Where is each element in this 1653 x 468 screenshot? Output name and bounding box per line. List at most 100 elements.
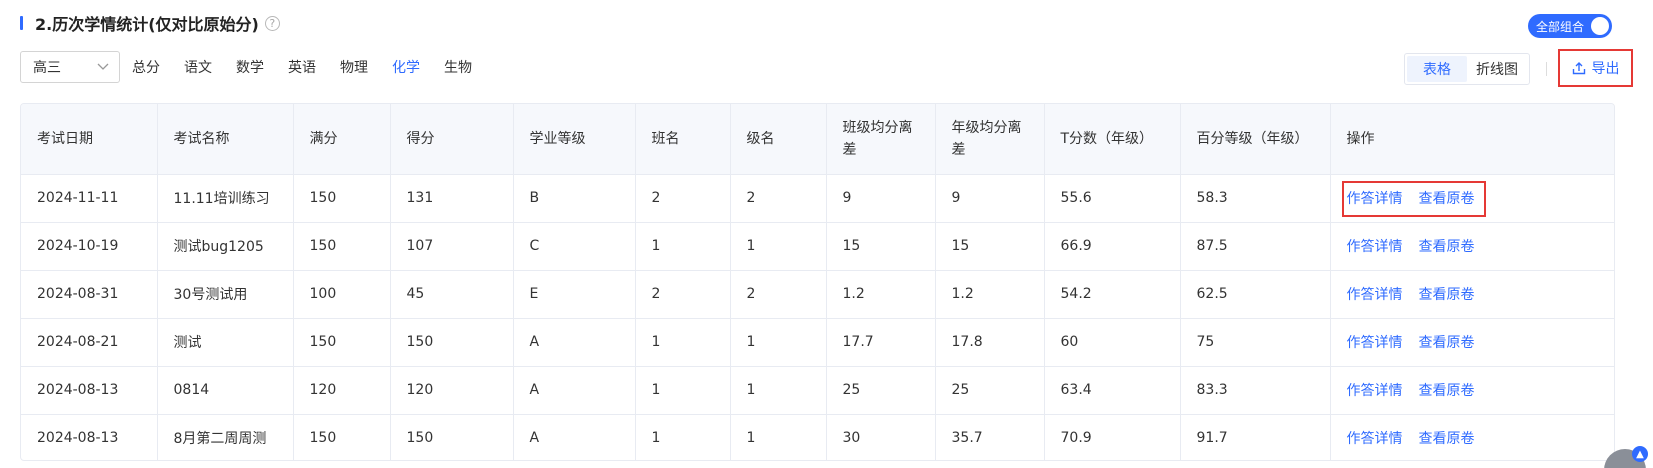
answer-detail-link[interactable]: 作答详情 xyxy=(1347,287,1403,303)
column-header: 级名 xyxy=(730,104,827,175)
table-view-button[interactable]: 表格 xyxy=(1407,56,1467,82)
table-cell: B xyxy=(513,174,636,223)
subject-tab-2[interactable]: 数学 xyxy=(236,57,264,77)
table-cell: 2 xyxy=(635,174,731,223)
column-header-line: 百分等级（年级） xyxy=(1196,130,1309,147)
table-cell: 25 xyxy=(935,366,1045,415)
toggle-knob xyxy=(1591,17,1609,35)
view-original-link[interactable]: 查看原卷 xyxy=(1419,335,1475,351)
column-header: 操作 xyxy=(1330,104,1614,175)
table-cell: 150 xyxy=(293,174,391,223)
column-header-line: 学业等级 xyxy=(529,130,586,147)
table-cell: 2 xyxy=(635,270,731,319)
table-row: 2024-10-19 测试bug1205 150 107 C 1 1 15 15 66.9 87.5… xyxy=(21,222,1614,271)
actions-cell: 作答详情 查看原卷 xyxy=(1330,270,1614,319)
table-cell: 150 xyxy=(293,222,391,271)
line-chart-view-button[interactable]: 折线图 xyxy=(1467,56,1527,82)
table-cell: 91.7 xyxy=(1180,414,1331,460)
table-cell: 150 xyxy=(293,318,391,367)
table-cell: 8月第二周周测 xyxy=(157,414,294,460)
answer-detail-link[interactable]: 作答详情 xyxy=(1347,383,1403,399)
table-cell: 55.6 xyxy=(1044,174,1181,223)
view-original-link[interactable]: 查看原卷 xyxy=(1419,239,1475,255)
section-title: 2.历次学情统计(仅对比原始分) xyxy=(35,15,259,34)
column-header-line: 得分 xyxy=(406,130,435,147)
column-header: 满分 xyxy=(293,104,391,175)
table-cell: 2 xyxy=(730,174,827,223)
table-cell: 150 xyxy=(390,318,514,367)
table-cell: 70.9 xyxy=(1044,414,1181,460)
table-cell: 17.7 xyxy=(826,318,936,367)
column-header: 考试名称 xyxy=(157,104,294,175)
all-combination-toggle[interactable]: 全部组合 xyxy=(1528,14,1612,38)
column-header-line: 考试日期 xyxy=(37,130,93,147)
table-cell: 0814 xyxy=(157,366,294,415)
chevron-down-icon xyxy=(97,63,109,70)
table-cell: 2024-08-21 xyxy=(21,318,158,367)
answer-detail-link[interactable]: 作答详情 xyxy=(1347,335,1403,351)
view-original-link[interactable]: 查看原卷 xyxy=(1419,383,1475,399)
table-cell: 100 xyxy=(293,270,391,319)
subject-tab-4[interactable]: 物理 xyxy=(340,57,368,77)
column-header-line: 级名 xyxy=(746,130,775,147)
table-row: 2024-08-13 8月第二周周测 150 150 A 1 1 30 35.7 70.9 91.7… xyxy=(21,414,1614,460)
subject-tab-3[interactable]: 英语 xyxy=(288,57,316,77)
table-cell: 1 xyxy=(635,318,731,367)
subject-tab-6[interactable]: 生物 xyxy=(444,57,472,77)
divider xyxy=(1546,62,1547,76)
table-cell: 66.9 xyxy=(1044,222,1181,271)
table-cell: 15 xyxy=(826,222,936,271)
chevron-up-icon[interactable]: ▲ xyxy=(1632,446,1648,462)
table-cell: 15 xyxy=(935,222,1045,271)
column-header: 班级均分离差 xyxy=(826,104,936,175)
subject-tab-5[interactable]: 化学 xyxy=(392,57,420,77)
table-cell: 35.7 xyxy=(935,414,1045,460)
actions-cell: 作答详情 查看原卷 xyxy=(1330,222,1614,271)
table-cell: 1.2 xyxy=(826,270,936,319)
question-circle-icon[interactable]: ? xyxy=(264,15,280,31)
grade-select[interactable]: 高三 xyxy=(20,51,120,83)
table-cell: A xyxy=(513,366,636,415)
upload-icon xyxy=(1572,62,1585,75)
table-cell: 62.5 xyxy=(1180,270,1331,319)
actions-cell: 作答详情 查看原卷 xyxy=(1330,366,1614,415)
table-cell: 150 xyxy=(390,414,514,460)
column-header: 班名 xyxy=(635,104,731,175)
subject-tabs: 总分 语文 数学 英语 物理 化学 生物 xyxy=(132,55,496,79)
table-row: 2024-08-21 测试 150 150 A 1 1 17.7 17.8 60 75 作答详情 查看原… xyxy=(21,318,1614,367)
table-cell: 54.2 xyxy=(1044,270,1181,319)
export-button[interactable]: 导出 xyxy=(1558,49,1633,87)
subject-tab-1[interactable]: 语文 xyxy=(184,57,212,77)
view-toggle-group: 表格 折线图 xyxy=(1404,53,1530,85)
table-cell: E xyxy=(513,270,636,319)
table-cell: 测试 xyxy=(157,318,294,367)
answer-detail-link[interactable]: 作答详情 xyxy=(1347,431,1403,447)
column-header-line: 满分 xyxy=(309,130,338,147)
column-header: 年级均分离差 xyxy=(935,104,1045,175)
answer-detail-link[interactable]: 作答详情 xyxy=(1347,239,1403,255)
table-cell: 1 xyxy=(635,222,731,271)
table-cell: 测试bug1205 xyxy=(157,222,294,271)
column-header-line: 班名 xyxy=(651,130,680,147)
view-original-link[interactable]: 查看原卷 xyxy=(1419,431,1475,447)
column-header-line: 班级均分离 xyxy=(842,119,913,136)
table-cell: 150 xyxy=(293,414,391,460)
column-header-line: 考试名称 xyxy=(173,130,230,147)
column-header: T分数（年级） xyxy=(1044,104,1181,175)
table-cell: 30 xyxy=(826,414,936,460)
view-original-link[interactable]: 查看原卷 xyxy=(1419,287,1475,303)
table-cell: 17.8 xyxy=(935,318,1045,367)
column-header-line: T分数（年级） xyxy=(1060,130,1154,147)
export-label: 导出 xyxy=(1591,61,1620,77)
table-row: 2024-08-31 30号测试用 100 45 E 2 2 1.2 1.2 54.2 62.5 作答… xyxy=(21,270,1614,319)
table-cell: 1 xyxy=(730,414,827,460)
table-cell: 107 xyxy=(390,222,514,271)
actions-cell: 作答详情 查看原卷 xyxy=(1330,174,1614,223)
table-header-row: 考试日期 考试名称 满分 得分 学业等级 班名 级名 班级均分离差年级均分离差 T分数（年级） 百… xyxy=(21,104,1614,175)
column-header: 百分等级（年级） xyxy=(1180,104,1331,175)
table-cell: 131 xyxy=(390,174,514,223)
table-cell: 1 xyxy=(730,366,827,415)
actions-cell: 作答详情 查看原卷 xyxy=(1330,318,1614,367)
table-cell: C xyxy=(513,222,636,271)
subject-tab-0[interactable]: 总分 xyxy=(132,57,160,77)
